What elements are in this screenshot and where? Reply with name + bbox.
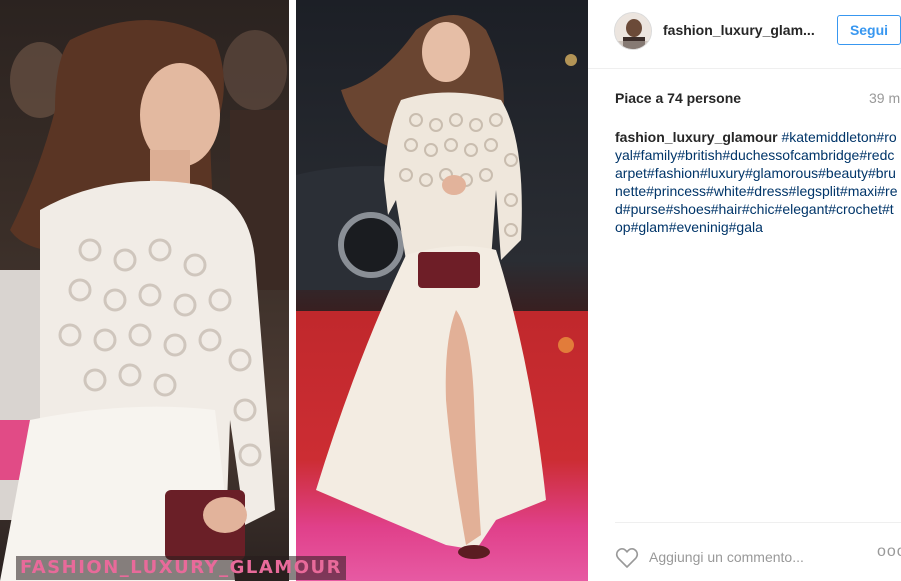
header-username[interactable]: fashion_luxury_glam... [663, 22, 823, 38]
photo-right-panel [296, 0, 588, 581]
avatar[interactable] [614, 12, 652, 50]
right-photo-illustration [296, 15, 577, 559]
post-timestamp[interactable]: 39 m [869, 90, 900, 106]
likes-count[interactable]: Piace a 74 persone [615, 90, 741, 106]
post-caption: fashion_luxury_glamour #katemiddleton#ro… [615, 128, 901, 236]
post-sidebar: fashion_luxury_glam... Segui Piace a 74 … [588, 0, 901, 581]
heart-icon[interactable] [615, 547, 639, 569]
comment-input[interactable] [649, 545, 869, 569]
photo-divider [289, 0, 296, 581]
more-options-icon[interactable]: ooo [877, 543, 901, 561]
watermark-text: FASHION_LUXURY_GLAMOUR [16, 556, 346, 580]
left-photo-illustration [0, 20, 289, 581]
follow-button[interactable]: Segui [837, 15, 901, 45]
post-header: fashion_luxury_glam... Segui [588, 0, 901, 69]
comment-bar: ooo [615, 522, 901, 581]
post-photo[interactable]: FASHION_LUXURY_GLAMOUR [0, 0, 588, 581]
caption-username[interactable]: fashion_luxury_glamour [615, 129, 778, 145]
avatar-image [615, 13, 651, 49]
photo-left-panel [0, 0, 289, 581]
